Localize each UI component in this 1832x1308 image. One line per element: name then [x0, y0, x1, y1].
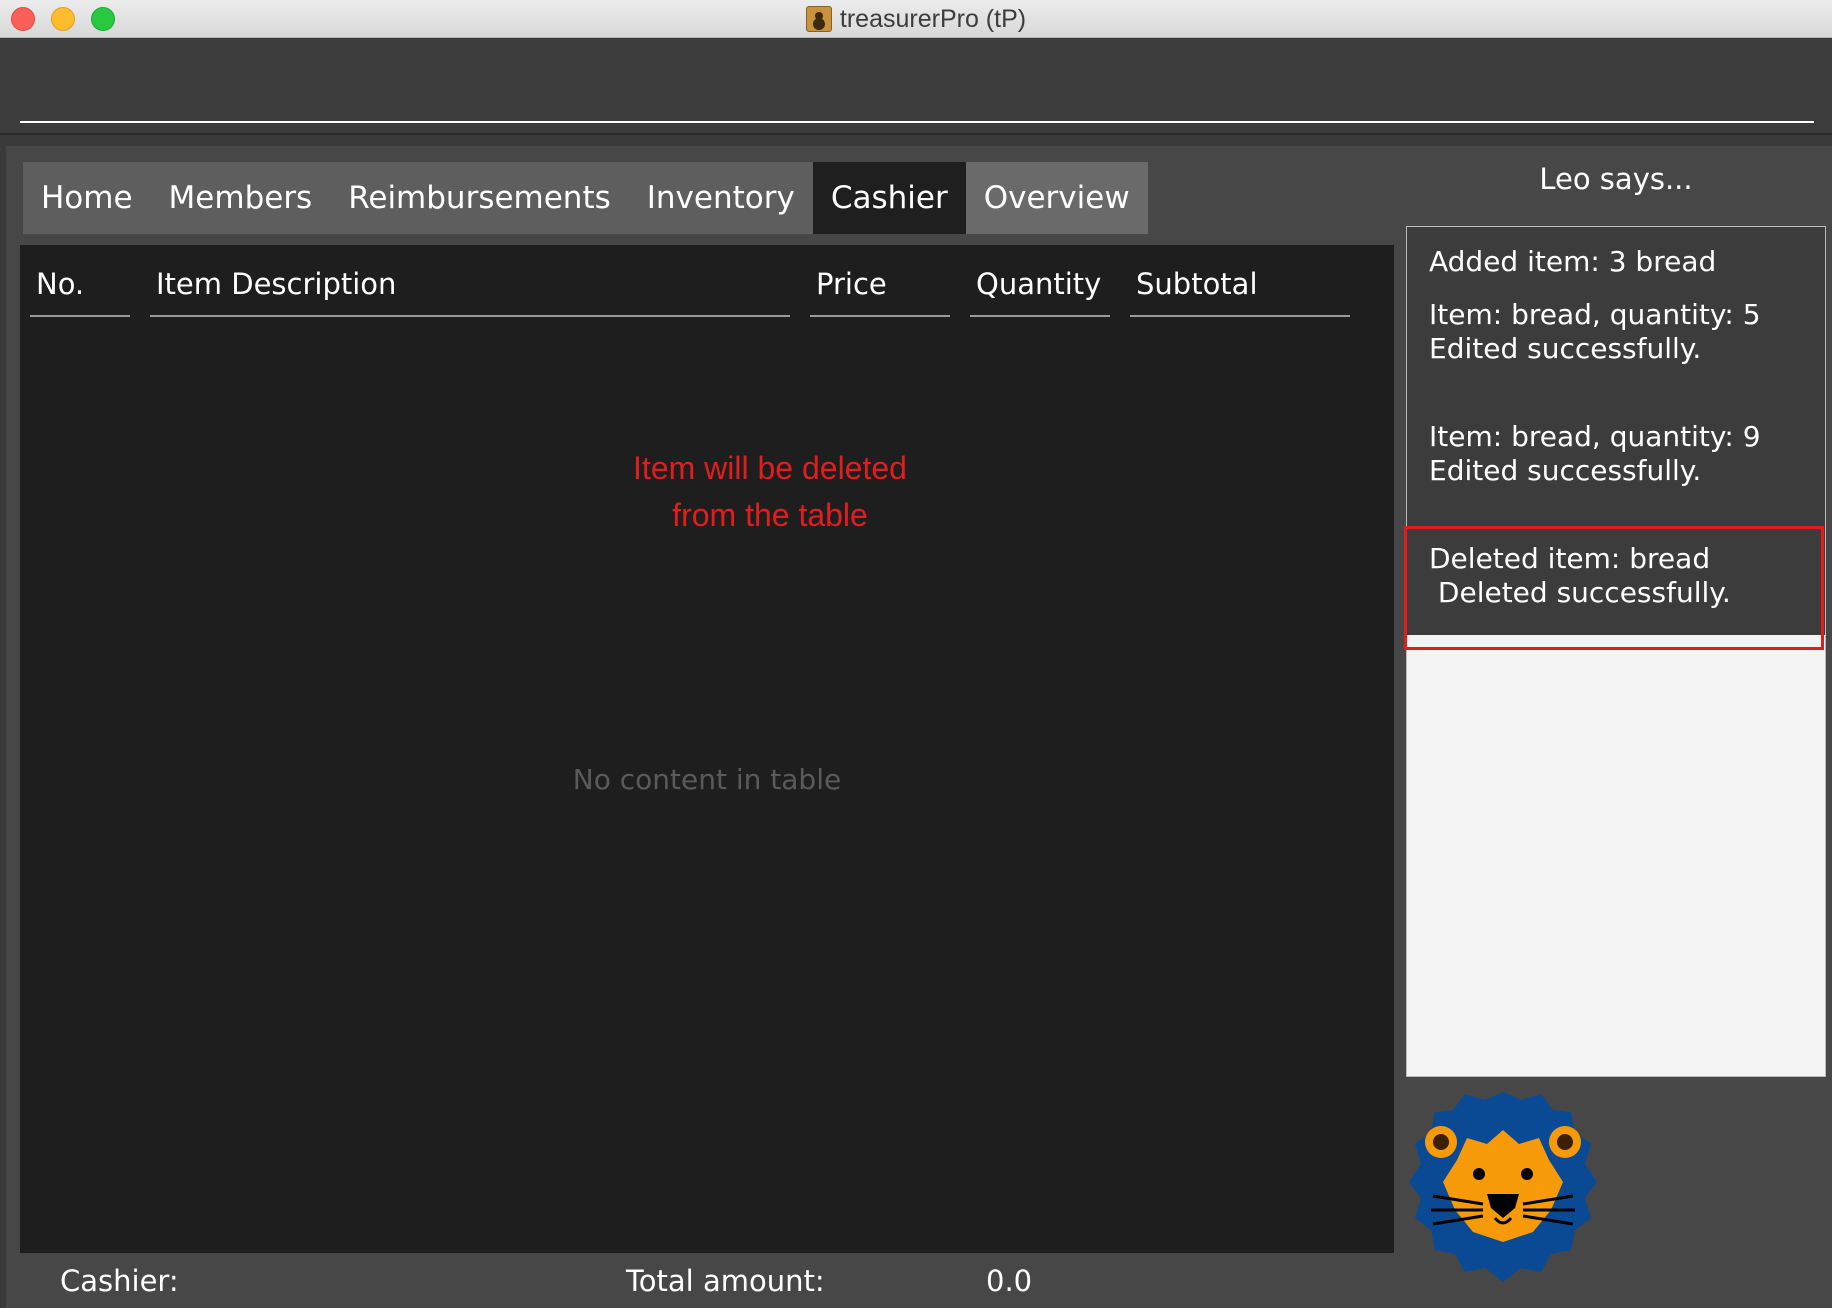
tab-members[interactable]: Members — [150, 162, 331, 234]
window-title: treasurerPro (tP) — [839, 4, 1027, 33]
column-header-no[interactable]: No. — [30, 267, 130, 317]
assistant-chat-panel[interactable]: Added item: 3 bread Item: bread, quantit… — [1406, 226, 1826, 1077]
tab-bar: Home Members Reimbursements Inventory Ca… — [23, 162, 1148, 234]
message-item: Item: bread, quantity: 5 Edited successf… — [1429, 298, 1761, 365]
total-amount-label: Total amount: — [626, 1264, 825, 1298]
assistant-title: Leo says... — [1539, 162, 1693, 196]
table-header: No. Item Description Price Quantity Subt… — [20, 245, 1394, 317]
cashier-table[interactable]: No. Item Description Price Quantity Subt… — [20, 245, 1394, 1253]
empty-table-message: No content in table — [572, 763, 842, 796]
app-icon — [805, 6, 832, 32]
status-bar: Cashier: Total amount: 0.0 — [20, 1254, 1394, 1308]
lion-icon — [1409, 1092, 1597, 1282]
annotation-note: Item will be deleted from the table — [580, 445, 960, 539]
annotation-line-1: Item will be deleted — [633, 450, 907, 486]
title-bar: treasurerPro (tP) — [0, 0, 1832, 38]
tab-inventory[interactable]: Inventory — [628, 162, 813, 234]
main-panel: Home Members Reimbursements Inventory Ca… — [6, 146, 1832, 1308]
column-header-quantity[interactable]: Quantity — [970, 267, 1110, 317]
divider — [0, 133, 1832, 135]
cashier-label: Cashier: — [60, 1264, 179, 1298]
highlight-box — [1404, 526, 1824, 650]
tab-overview[interactable]: Overview — [965, 162, 1148, 234]
column-header-subtotal[interactable]: Subtotal — [1130, 267, 1350, 317]
column-header-price[interactable]: Price — [810, 267, 950, 317]
message-item: Item: bread, quantity: 9 Edited successf… — [1429, 420, 1761, 487]
tab-cashier[interactable]: Cashier — [812, 162, 966, 234]
tab-home[interactable]: Home — [23, 162, 151, 234]
column-header-item-description[interactable]: Item Description — [150, 267, 790, 317]
message-item: Added item: 3 bread — [1429, 245, 1717, 278]
command-input[interactable] — [20, 39, 1814, 123]
annotation-line-2: from the table — [672, 497, 868, 533]
total-amount-value: 0.0 — [986, 1264, 1033, 1298]
tab-reimbursements[interactable]: Reimbursements — [330, 162, 629, 234]
command-area — [0, 39, 1832, 135]
